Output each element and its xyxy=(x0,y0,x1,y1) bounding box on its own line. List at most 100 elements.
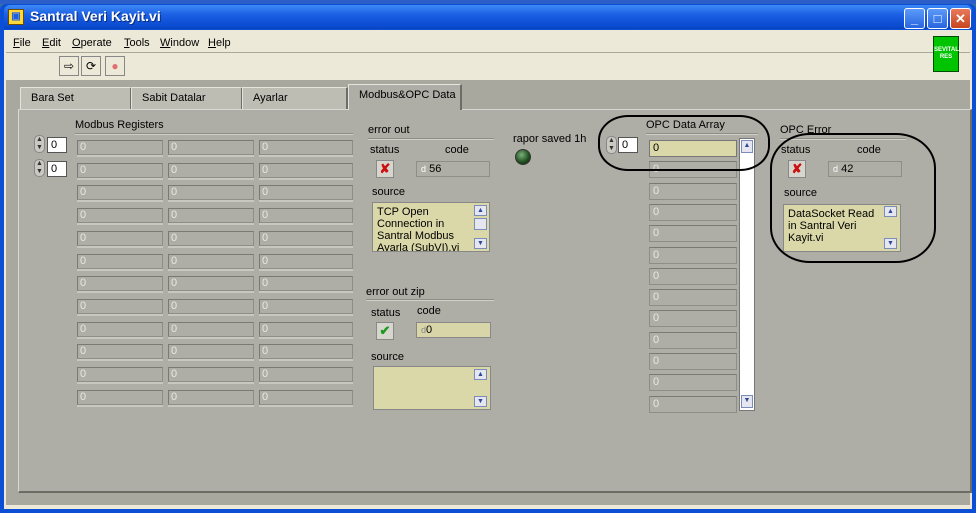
menu-file[interactable]: File xyxy=(13,37,31,49)
opc-array-element[interactable]: 0 xyxy=(649,289,737,307)
cell-divider xyxy=(259,313,353,316)
modbus-register-cell[interactable]: 0 xyxy=(168,367,254,382)
modbus-register-cell[interactable]: 0 xyxy=(259,140,353,155)
cell-divider xyxy=(77,359,163,362)
modbus-register-cell[interactable]: 0 xyxy=(168,162,254,178)
menu-divider xyxy=(6,52,970,53)
scroll-up-icon[interactable]: ▲ xyxy=(474,369,487,380)
opc-array-element[interactable]: 0 xyxy=(649,182,737,200)
cell-divider xyxy=(77,336,163,339)
minimize-icon[interactable]: _ xyxy=(904,8,925,29)
highlight-scribble-opc-error xyxy=(770,133,936,263)
modbus-register-cell[interactable]: 0 xyxy=(168,298,254,314)
cell-divider xyxy=(77,404,163,407)
highlight-scribble-opc-array xyxy=(598,115,770,171)
modbus-register-cell[interactable]: 0 xyxy=(77,344,163,360)
tab-ayarlar[interactable]: Ayarlar xyxy=(242,87,348,109)
modbus-register-cell[interactable]: 0 xyxy=(259,389,353,405)
modbus-register-cell[interactable]: 0 xyxy=(259,298,353,314)
menu-edit[interactable]: Edit xyxy=(42,37,61,49)
col-index-spinner-icon[interactable]: ▲ ▼ xyxy=(34,159,45,177)
opc-array-element[interactable]: 0 xyxy=(649,374,737,392)
modbus-register-cell[interactable]: 0 xyxy=(77,389,163,405)
modbus-register-cell[interactable]: 0 xyxy=(77,367,163,382)
error-out-zip-source-label: source xyxy=(371,351,405,363)
modbus-register-cell[interactable]: 0 xyxy=(77,253,163,269)
cell-divider xyxy=(259,382,353,384)
menu-tools[interactable]: Tools xyxy=(124,37,150,49)
col-index-input[interactable]: 0 xyxy=(47,161,67,177)
modbus-registers-divider xyxy=(75,133,353,135)
modbus-register-cell[interactable]: 0 xyxy=(259,321,353,337)
modbus-register-cell[interactable]: 0 xyxy=(168,321,254,337)
scroll-up-icon[interactable]: ▲ xyxy=(474,205,487,216)
opc-array-element[interactable]: 0 xyxy=(649,353,737,370)
modbus-register-cell[interactable]: 0 xyxy=(259,367,353,382)
modbus-register-cell[interactable]: 0 xyxy=(168,344,254,360)
modbus-register-cell[interactable]: 0 xyxy=(168,230,254,246)
abort-icon[interactable]: ● xyxy=(105,56,125,76)
scroll-down-icon[interactable]: ▼ xyxy=(741,395,753,408)
error-out-zip-code-field: d0 xyxy=(416,322,491,338)
cell-divider xyxy=(77,291,163,294)
modbus-register-cell[interactable]: 0 xyxy=(77,140,163,155)
modbus-register-cell[interactable]: 0 xyxy=(77,162,163,178)
opc-array-element[interactable]: 0 xyxy=(649,310,737,328)
scroll-down-icon[interactable]: ▼ xyxy=(474,396,487,407)
rapor-led-indicator[interactable] xyxy=(515,149,531,165)
modbus-register-cell[interactable]: 0 xyxy=(259,162,353,178)
close-icon[interactable]: ✕ xyxy=(950,8,971,29)
cell-divider xyxy=(259,291,353,294)
modbus-register-cell[interactable]: 0 xyxy=(168,208,254,224)
menu-help[interactable]: Help xyxy=(208,37,231,49)
modbus-register-cell[interactable]: 0 xyxy=(77,208,163,224)
labview-vi-icon[interactable]: ▣ xyxy=(8,9,24,25)
cell-divider xyxy=(168,245,254,248)
tab-sabit-datalar[interactable]: Sabit Datalar xyxy=(131,87,243,109)
modbus-register-cell[interactable]: 0 xyxy=(77,298,163,314)
scroll-down-icon[interactable]: ▼ xyxy=(474,238,487,249)
modbus-register-cell[interactable]: 0 xyxy=(168,389,254,405)
modbus-register-cell[interactable]: 0 xyxy=(259,253,353,269)
error-out-label: error out xyxy=(368,124,410,136)
modbus-register-cell[interactable]: 0 xyxy=(77,230,163,246)
opc-array-scrollbar[interactable] xyxy=(739,138,755,411)
modbus-register-cell[interactable]: 0 xyxy=(168,140,254,155)
modbus-register-cell[interactable]: 0 xyxy=(259,276,353,292)
modbus-register-cell[interactable]: 0 xyxy=(259,344,353,360)
cell-divider xyxy=(168,155,254,157)
error-out-code-field: d 56 xyxy=(416,161,490,177)
modbus-register-cell[interactable]: 0 xyxy=(168,185,254,201)
modbus-register-cell[interactable]: 0 xyxy=(77,185,163,201)
modbus-register-cell[interactable]: 0 xyxy=(77,321,163,337)
rapor-saved-label: rapor saved 1h xyxy=(513,133,587,145)
run-continuously-icon[interactable]: ⟳ xyxy=(81,56,101,76)
error-out-zip-divider xyxy=(366,299,494,301)
cell-divider xyxy=(168,200,254,203)
modbus-register-cell[interactable]: 0 xyxy=(259,185,353,201)
opc-array-element[interactable]: 0 xyxy=(649,225,737,243)
menu-operate[interactable]: Operate xyxy=(72,37,112,49)
opc-array-element[interactable]: 0 xyxy=(649,395,737,413)
modbus-register-cell[interactable]: 0 xyxy=(259,230,353,246)
opc-array-element[interactable]: 0 xyxy=(649,246,737,264)
maximize-icon[interactable]: □ xyxy=(927,8,948,29)
tab-modbus-opc-data[interactable]: Modbus&OPC Data xyxy=(348,84,462,110)
menu-window[interactable]: Window xyxy=(160,37,199,49)
cell-divider xyxy=(168,177,254,180)
vi-logo: SEVITALI RES xyxy=(933,36,961,72)
opc-array-element[interactable]: 0 xyxy=(649,203,737,221)
modbus-register-cell[interactable]: 0 xyxy=(168,276,254,292)
cell-divider xyxy=(259,223,353,226)
cell-divider xyxy=(259,245,353,248)
row-index-input[interactable]: 0 xyxy=(47,137,67,153)
tab-bara-set[interactable]: Bara Set xyxy=(20,87,132,109)
modbus-register-cell[interactable]: 0 xyxy=(168,253,254,269)
scroll-thumb[interactable] xyxy=(474,218,487,230)
modbus-register-cell[interactable]: 0 xyxy=(259,208,353,224)
opc-array-element[interactable]: 0 xyxy=(649,331,737,349)
opc-array-element[interactable]: 0 xyxy=(649,267,737,285)
row-index-spinner-icon[interactable]: ▲ ▼ xyxy=(34,135,45,153)
modbus-register-cell[interactable]: 0 xyxy=(77,276,163,292)
run-arrow-icon[interactable]: ⇨ xyxy=(59,56,79,76)
